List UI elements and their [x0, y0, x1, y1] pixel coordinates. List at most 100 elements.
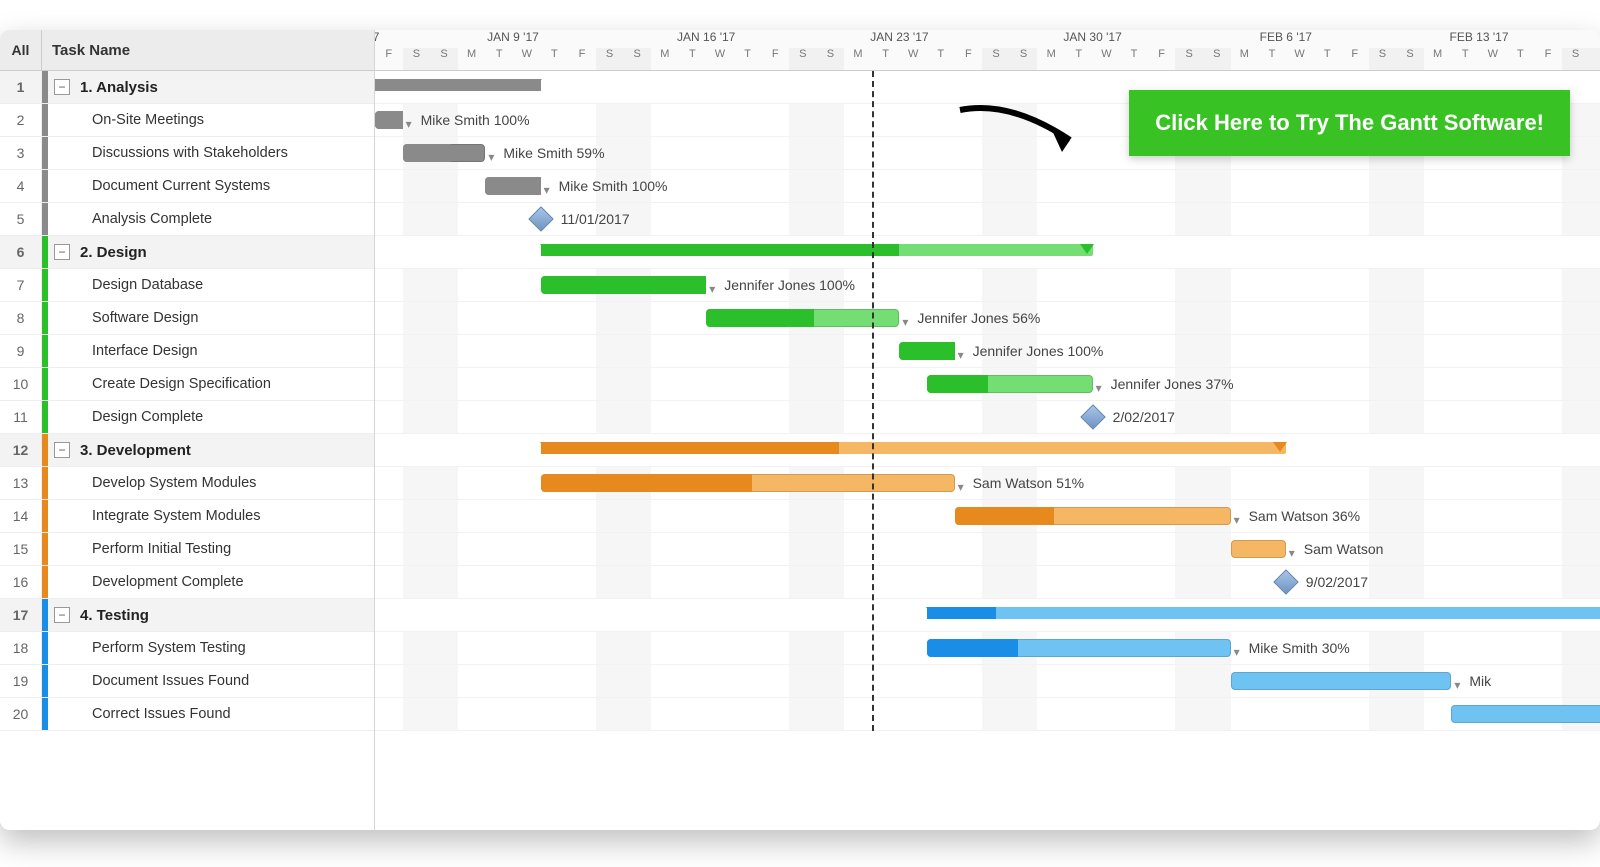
- collapse-icon[interactable]: −: [54, 607, 70, 623]
- timeline-row[interactable]: [375, 599, 1600, 632]
- row-body: Software Design: [48, 302, 374, 334]
- task-row[interactable]: 20Correct Issues Found: [0, 698, 374, 731]
- task-bar[interactable]: ▾Mik: [1231, 672, 1452, 690]
- row-body: Perform Initial Testing: [48, 533, 374, 565]
- task-row[interactable]: 19Document Issues Found: [0, 665, 374, 698]
- week-label: FEB 6 '17: [1260, 30, 1312, 44]
- timeline-row[interactable]: 11/01/2017: [375, 203, 1600, 236]
- task-row[interactable]: 8Software Design: [0, 302, 374, 335]
- task-bar[interactable]: ▾Mike Smith 59%: [403, 144, 486, 162]
- row-number: 7: [0, 269, 42, 301]
- task-row[interactable]: 10Create Design Specification: [0, 368, 374, 401]
- milestone-diamond-icon[interactable]: [1273, 569, 1298, 594]
- week-label: JAN 23 '17: [870, 30, 928, 44]
- task-title: Discussions with Stakeholders: [54, 145, 288, 161]
- day-header-cell: W: [706, 48, 734, 70]
- day-header-cell: T: [1258, 48, 1286, 70]
- task-row[interactable]: 16Development Complete: [0, 566, 374, 599]
- milestone-diamond-icon[interactable]: [1080, 404, 1105, 429]
- day-header-cell: M: [844, 48, 872, 70]
- day-header-cell: T: [872, 48, 900, 70]
- timeline-row[interactable]: ▾Sam Watson 51%: [375, 467, 1600, 500]
- day-header-cell: W: [1479, 48, 1507, 70]
- timeline-row[interactable]: ▾Sam Watson: [375, 533, 1600, 566]
- timeline-row[interactable]: [375, 434, 1600, 467]
- timeline-row[interactable]: ▾Jennifer Jones 100%: [375, 335, 1600, 368]
- milestone-diamond-icon[interactable]: [528, 206, 553, 231]
- task-row[interactable]: 4Document Current Systems: [0, 170, 374, 203]
- row-body: −1. Analysis: [48, 71, 374, 103]
- task-bar[interactable]: ▾Sam Watson: [1231, 540, 1286, 558]
- row-number: 1: [0, 71, 42, 103]
- dependency-arrow-icon: ▾: [1096, 381, 1102, 395]
- timeline-row[interactable]: ▾Mik: [375, 665, 1600, 698]
- cta-button[interactable]: Click Here to Try The Gantt Software!: [1129, 90, 1570, 156]
- task-row[interactable]: 1−1. Analysis: [0, 71, 374, 104]
- timeline-row[interactable]: 9/02/2017: [375, 566, 1600, 599]
- day-header-cell: M: [651, 48, 679, 70]
- timeline-panel[interactable]: '7JAN 9 '17JAN 16 '17JAN 23 '17JAN 30 '1…: [375, 30, 1600, 830]
- week-label: '7: [375, 30, 379, 44]
- task-row[interactable]: 7Design Database: [0, 269, 374, 302]
- task-name-column-header[interactable]: Task Name: [42, 42, 130, 59]
- timeline-row[interactable]: ▾ Sam Watson 36%: [375, 500, 1600, 533]
- timeline-row[interactable]: [375, 236, 1600, 269]
- dependency-arrow-icon: ▾: [1234, 513, 1240, 527]
- timeline-row[interactable]: ▾Jennifer Jones 56%: [375, 302, 1600, 335]
- gantt-app: All Task Name 1−1. Analysis2On-Site Meet…: [0, 30, 1600, 830]
- task-bar[interactable]: ▾Mike Smith 30%: [927, 639, 1231, 657]
- task-bar[interactable]: ▾Mike Smith 100%: [375, 111, 403, 129]
- task-bar[interactable]: ▾Jennifer Jones 37%: [927, 375, 1093, 393]
- task-bar[interactable]: ▾Jennifer Jones 56%: [706, 309, 899, 327]
- timeline-row[interactable]: ▾Jennifer Jones 100%: [375, 269, 1600, 302]
- task-bar[interactable]: ▾Jennifer Jones 100%: [899, 342, 954, 360]
- task-row[interactable]: 15Perform Initial Testing: [0, 533, 374, 566]
- task-bar[interactable]: ▾Mike Smith 100%: [485, 177, 540, 195]
- task-row[interactable]: 2On-Site Meetings: [0, 104, 374, 137]
- dependency-arrow-icon: ▾: [1234, 645, 1240, 659]
- summary-bar[interactable]: [541, 244, 1093, 256]
- timeline-row[interactable]: ▾: [375, 698, 1600, 731]
- day-header-cell: S: [403, 48, 431, 70]
- row-body: Integrate System Modules: [48, 500, 374, 532]
- task-bar[interactable]: ▾Jennifer Jones 100%: [541, 276, 707, 294]
- summary-bar[interactable]: [541, 442, 1286, 454]
- collapse-icon[interactable]: −: [54, 244, 70, 260]
- timeline-row[interactable]: ▾Jennifer Jones 37%: [375, 368, 1600, 401]
- summary-bar[interactable]: [927, 607, 1600, 619]
- task-row[interactable]: 5Analysis Complete: [0, 203, 374, 236]
- summary-bar[interactable]: [375, 79, 541, 91]
- collapse-icon[interactable]: −: [54, 442, 70, 458]
- timeline-row[interactable]: ▾Mike Smith 30%: [375, 632, 1600, 665]
- task-title: 4. Testing: [80, 607, 149, 624]
- day-header-cell: S: [1175, 48, 1203, 70]
- task-row[interactable]: 18Perform System Testing: [0, 632, 374, 665]
- task-bar[interactable]: ▾Sam Watson 51%: [541, 474, 955, 492]
- day-header-cell: S: [1369, 48, 1397, 70]
- day-header-cell: S: [430, 48, 458, 70]
- collapse-icon[interactable]: −: [54, 79, 70, 95]
- row-body: Correct Issues Found: [48, 698, 374, 730]
- day-header-cell: T: [1313, 48, 1341, 70]
- task-row[interactable]: 6−2. Design: [0, 236, 374, 269]
- task-row[interactable]: 12−3. Development: [0, 434, 374, 467]
- task-row[interactable]: 17−4. Testing: [0, 599, 374, 632]
- task-row[interactable]: 9Interface Design: [0, 335, 374, 368]
- day-header-cell: T: [1120, 48, 1148, 70]
- bar-label: Sam Watson 36%: [1249, 507, 1361, 525]
- week-label: JAN 9 '17: [487, 30, 539, 44]
- dependency-arrow-icon: ▾: [902, 315, 908, 329]
- task-row[interactable]: 3Discussions with Stakeholders: [0, 137, 374, 170]
- task-row[interactable]: 11Design Complete: [0, 401, 374, 434]
- day-header-cell: F: [1148, 48, 1176, 70]
- all-column-header[interactable]: All: [0, 30, 42, 70]
- task-row[interactable]: 13Develop System Modules: [0, 467, 374, 500]
- task-bar[interactable]: ▾: [1451, 705, 1600, 723]
- task-title: Develop System Modules: [54, 475, 256, 491]
- task-bar[interactable]: ▾Sam Watson 36%: [955, 507, 1231, 525]
- milestone-label: 2/02/2017: [1113, 408, 1175, 426]
- task-row[interactable]: 14Integrate System Modules: [0, 500, 374, 533]
- task-title: 1. Analysis: [80, 79, 158, 96]
- row-number: 17: [0, 599, 42, 631]
- timeline-row[interactable]: 2/02/2017: [375, 401, 1600, 434]
